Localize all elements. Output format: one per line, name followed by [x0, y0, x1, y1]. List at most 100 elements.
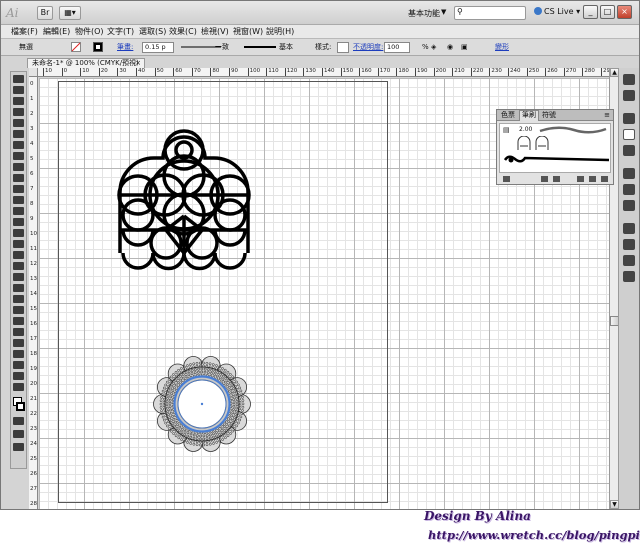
pattern-brush-preview[interactable] [516, 136, 556, 152]
tab-symbols[interactable]: 符號 [540, 111, 558, 120]
menu-edit[interactable]: 編輯(E) [43, 26, 70, 38]
opacity-percent: % [422, 43, 429, 51]
stroke-weight-input[interactable]: 0.15 p [142, 42, 174, 53]
menu-type[interactable]: 文字(T) [107, 26, 134, 38]
recolor-icon[interactable]: ◈ [431, 42, 436, 53]
symbols-panel-icon[interactable] [623, 145, 635, 156]
color-panel-icon[interactable] [623, 74, 635, 85]
menu-file[interactable]: 檔案(F) [11, 26, 38, 38]
type-tool-icon[interactable] [13, 130, 24, 138]
color-mode-icon[interactable] [13, 417, 24, 425]
close-icon[interactable]: × [135, 59, 141, 68]
column-graph-tool-icon[interactable] [13, 328, 24, 336]
close-button[interactable]: × [617, 5, 632, 19]
layers-panel-icon[interactable] [623, 255, 635, 266]
screen-mode-icon[interactable] [13, 443, 24, 451]
swap-colors-icon[interactable] [13, 383, 24, 391]
direct-selection-tool-icon[interactable] [13, 86, 24, 94]
remove-stroke-icon[interactable] [541, 176, 548, 182]
pencil-tool-icon[interactable] [13, 174, 24, 182]
maximize-button[interactable]: □ [600, 5, 615, 19]
ruler-origin[interactable] [29, 68, 38, 77]
menu-view[interactable]: 檢視(V) [201, 26, 229, 38]
cs-live-button[interactable]: CS Live ▾ [534, 7, 580, 16]
stroke-panel-icon[interactable] [623, 168, 635, 179]
bridge-button[interactable]: Br [37, 6, 53, 20]
new-brush-icon[interactable] [589, 176, 596, 182]
mesh-tool-icon[interactable] [13, 273, 24, 281]
perspective-grid-tool-icon[interactable] [13, 262, 24, 270]
shape-builder-tool-icon[interactable] [13, 251, 24, 259]
brush-list[interactable]: ▤ 2.00 [499, 123, 611, 173]
menu-help[interactable]: 說明(H) [266, 26, 294, 38]
minimize-button[interactable]: _ [583, 5, 598, 19]
horizontal-ruler[interactable]: 10 0 10 20 30 40 50 60 70 80 90 100 110 120 130 140 150 1… [38, 68, 609, 77]
document-tab[interactable]: 未命名-1* @ 100% (CMYK/預視) × [27, 58, 145, 68]
tab-brushes[interactable]: 筆刷 [519, 110, 539, 121]
menu-effect[interactable]: 效果(C) [169, 26, 197, 38]
stroke-swatch-icon[interactable] [93, 42, 109, 56]
ruler-v-label: 24 [30, 441, 37, 447]
width-tool-icon[interactable] [13, 229, 24, 237]
brush-library-icon[interactable] [503, 176, 510, 182]
arrange-documents-button[interactable]: ▦▾ [59, 6, 81, 20]
menu-window[interactable]: 視窗(W) [233, 26, 263, 38]
symbol-sprayer-tool-icon[interactable] [13, 317, 24, 325]
brushes-panel-icon[interactable] [623, 129, 635, 140]
selection-tool-icon[interactable] [13, 75, 24, 83]
transform-link[interactable]: 變形 [495, 42, 509, 53]
calligraphic-brush-preview[interactable] [538, 125, 608, 135]
gothic-window-artwork[interactable] [117, 129, 251, 271]
blob-brush-tool-icon[interactable] [13, 185, 24, 193]
artboard-tool-icon[interactable] [13, 339, 24, 347]
globe-icon[interactable]: ◉ [447, 42, 453, 53]
brush-definition[interactable] [244, 42, 278, 56]
artboards-panel-icon[interactable] [623, 271, 635, 282]
stroke-color-icon[interactable] [16, 402, 25, 411]
brush-options-icon[interactable] [577, 176, 584, 182]
ruler-h-label: 260 [547, 68, 558, 74]
zoom-tool-icon[interactable] [13, 372, 24, 380]
graphic-styles-panel-icon[interactable] [623, 239, 635, 250]
swatches-panel-icon[interactable] [623, 113, 635, 124]
color-guide-panel-icon[interactable] [623, 90, 635, 101]
eraser-tool-icon[interactable] [13, 196, 24, 204]
align-icon[interactable]: ▣ [461, 42, 468, 53]
appearance-panel-icon[interactable] [623, 223, 635, 234]
magic-wand-tool-icon[interactable] [13, 97, 24, 105]
eyedropper-tool-icon[interactable] [13, 295, 24, 303]
menu-select[interactable]: 選取(S) [139, 26, 166, 38]
chevron-down-icon[interactable]: ▼ [441, 8, 446, 16]
vertical-ruler[interactable]: 0 1 2 3 4 5 6 7 8 9 10 11 12 13 14 15 16 17 18 19 20 21 22 23 24… [29, 77, 38, 509]
blend-tool-icon[interactable] [13, 306, 24, 314]
lace-ring-artwork[interactable] [153, 356, 251, 452]
scale-tool-icon[interactable] [13, 218, 24, 226]
paintbrush-tool-icon[interactable] [13, 163, 24, 171]
line-tool-icon[interactable] [13, 141, 24, 149]
ellipse-tool-icon[interactable] [13, 152, 24, 160]
art-brush-preview[interactable] [503, 154, 611, 166]
free-transform-tool-icon[interactable] [13, 240, 24, 248]
pen-tool-icon[interactable] [13, 119, 24, 127]
search-input[interactable]: ⚲ [454, 6, 526, 20]
opacity-input[interactable]: 100 [384, 42, 410, 53]
stroke-label[interactable]: 筆畫: [117, 42, 133, 53]
draw-mode-icon[interactable] [13, 430, 24, 438]
transparency-panel-icon[interactable] [623, 200, 635, 211]
style-swatch[interactable] [337, 42, 349, 53]
options-icon[interactable] [553, 176, 560, 182]
gradient-panel-icon[interactable] [623, 184, 635, 195]
delete-brush-icon[interactable] [601, 176, 608, 182]
ruler-h-label: 200 [435, 68, 447, 74]
slice-tool-icon[interactable] [13, 350, 24, 358]
panel-menu-icon[interactable]: ≡ [604, 111, 610, 119]
tab-swatches[interactable]: 色票 [499, 111, 517, 120]
opacity-label[interactable]: 不透明度: [353, 42, 383, 53]
hand-tool-icon[interactable] [13, 361, 24, 369]
fill-swatch-icon[interactable] [71, 42, 87, 56]
rotate-tool-icon[interactable] [13, 207, 24, 215]
workspace-label[interactable]: 基本功能 [408, 8, 440, 19]
gradient-tool-icon[interactable] [13, 284, 24, 292]
lasso-tool-icon[interactable] [13, 108, 24, 116]
menu-object[interactable]: 物件(O) [75, 26, 104, 38]
